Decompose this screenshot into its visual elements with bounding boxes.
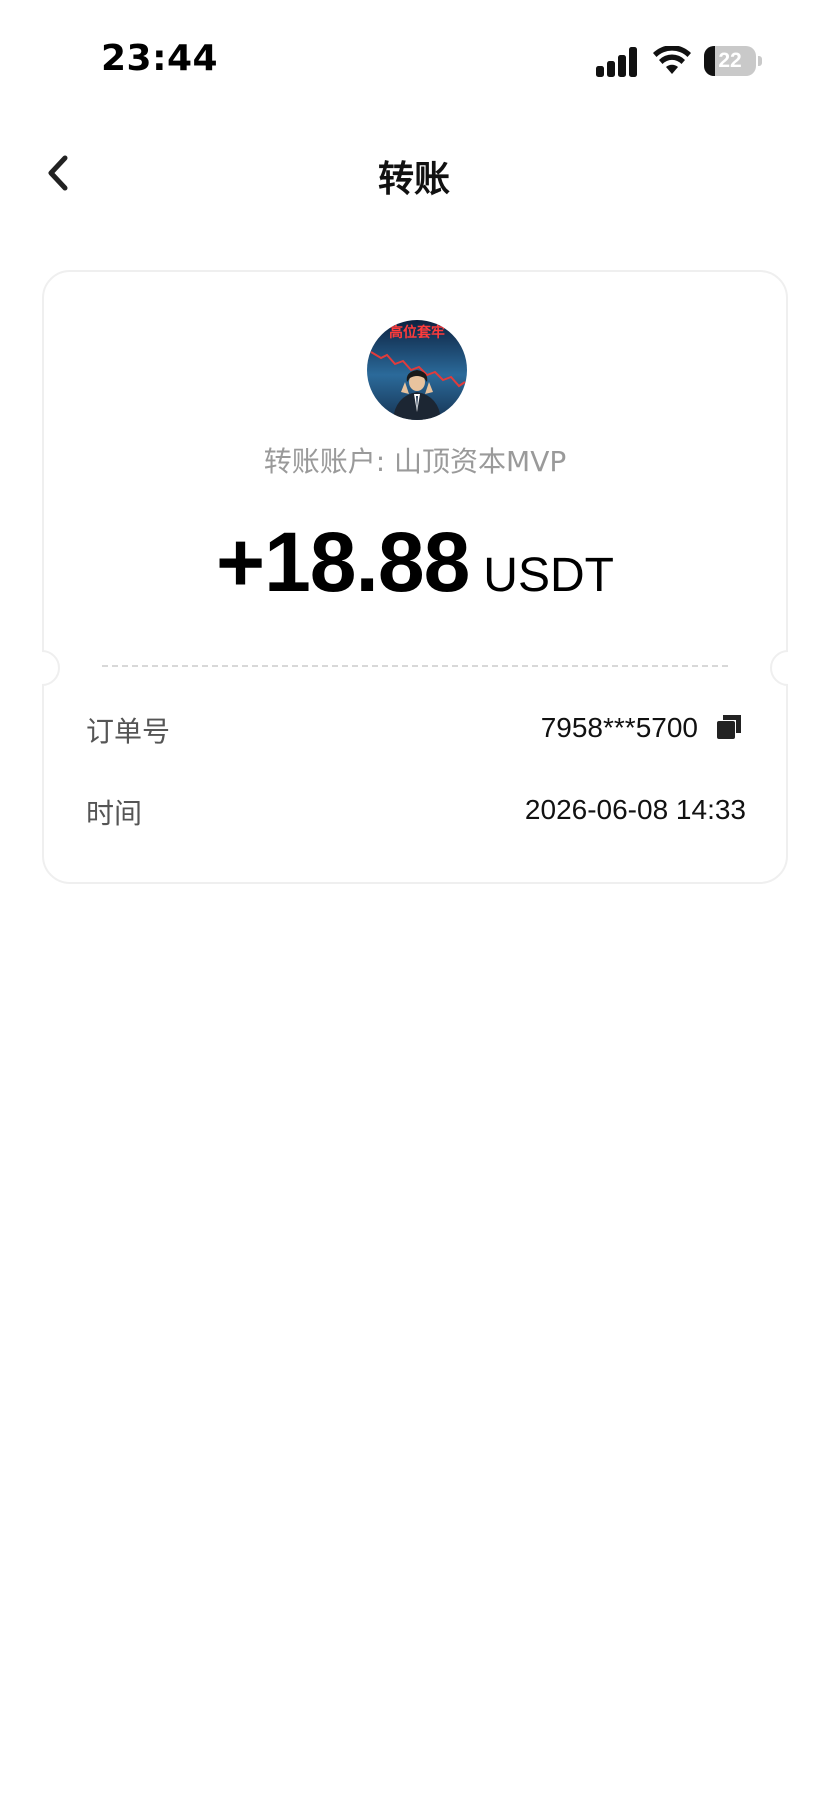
status-time: 23:44 [101, 38, 219, 79]
amount-value: +18.88 [216, 515, 470, 609]
ticket-notch-left [42, 650, 60, 686]
copy-icon-glyph [717, 715, 741, 739]
page-title: 转账 [377, 159, 450, 200]
transfer-card: 高位套牢 转账账户: 山顶资本MVP +18.88 USDT 订单号 7958**… [42, 270, 788, 884]
copy-icon[interactable] [714, 712, 744, 742]
time-label: 时间 [86, 797, 143, 830]
battery-icon: 22 [704, 46, 762, 76]
ticket-notch-right [770, 650, 788, 686]
wifi-icon [653, 46, 691, 74]
dashed-divider [102, 665, 728, 667]
avatar-caption: 高位套牢 [389, 324, 445, 341]
avatar: 高位套牢 [367, 320, 467, 420]
battery-tip [758, 56, 762, 66]
order-number-label: 订单号 [86, 715, 171, 748]
battery-body: 22 [704, 46, 756, 76]
battery-level: 22 [718, 49, 742, 72]
nav-bar: 转账 [0, 130, 828, 220]
amount-currency: USDT [483, 549, 614, 602]
status-bar: 23:44 22 [0, 0, 828, 120]
time-value: 2026-06-08 14:33 [524, 794, 746, 825]
signal-icon [596, 47, 637, 77]
transfer-account: 转账账户: 山顶资本MVP [263, 445, 567, 478]
amount-line: +18.88 USDT [44, 514, 786, 611]
avatar-image: 高位套牢 [367, 320, 467, 420]
order-number-value[interactable]: 7958***5700 [541, 712, 698, 744]
